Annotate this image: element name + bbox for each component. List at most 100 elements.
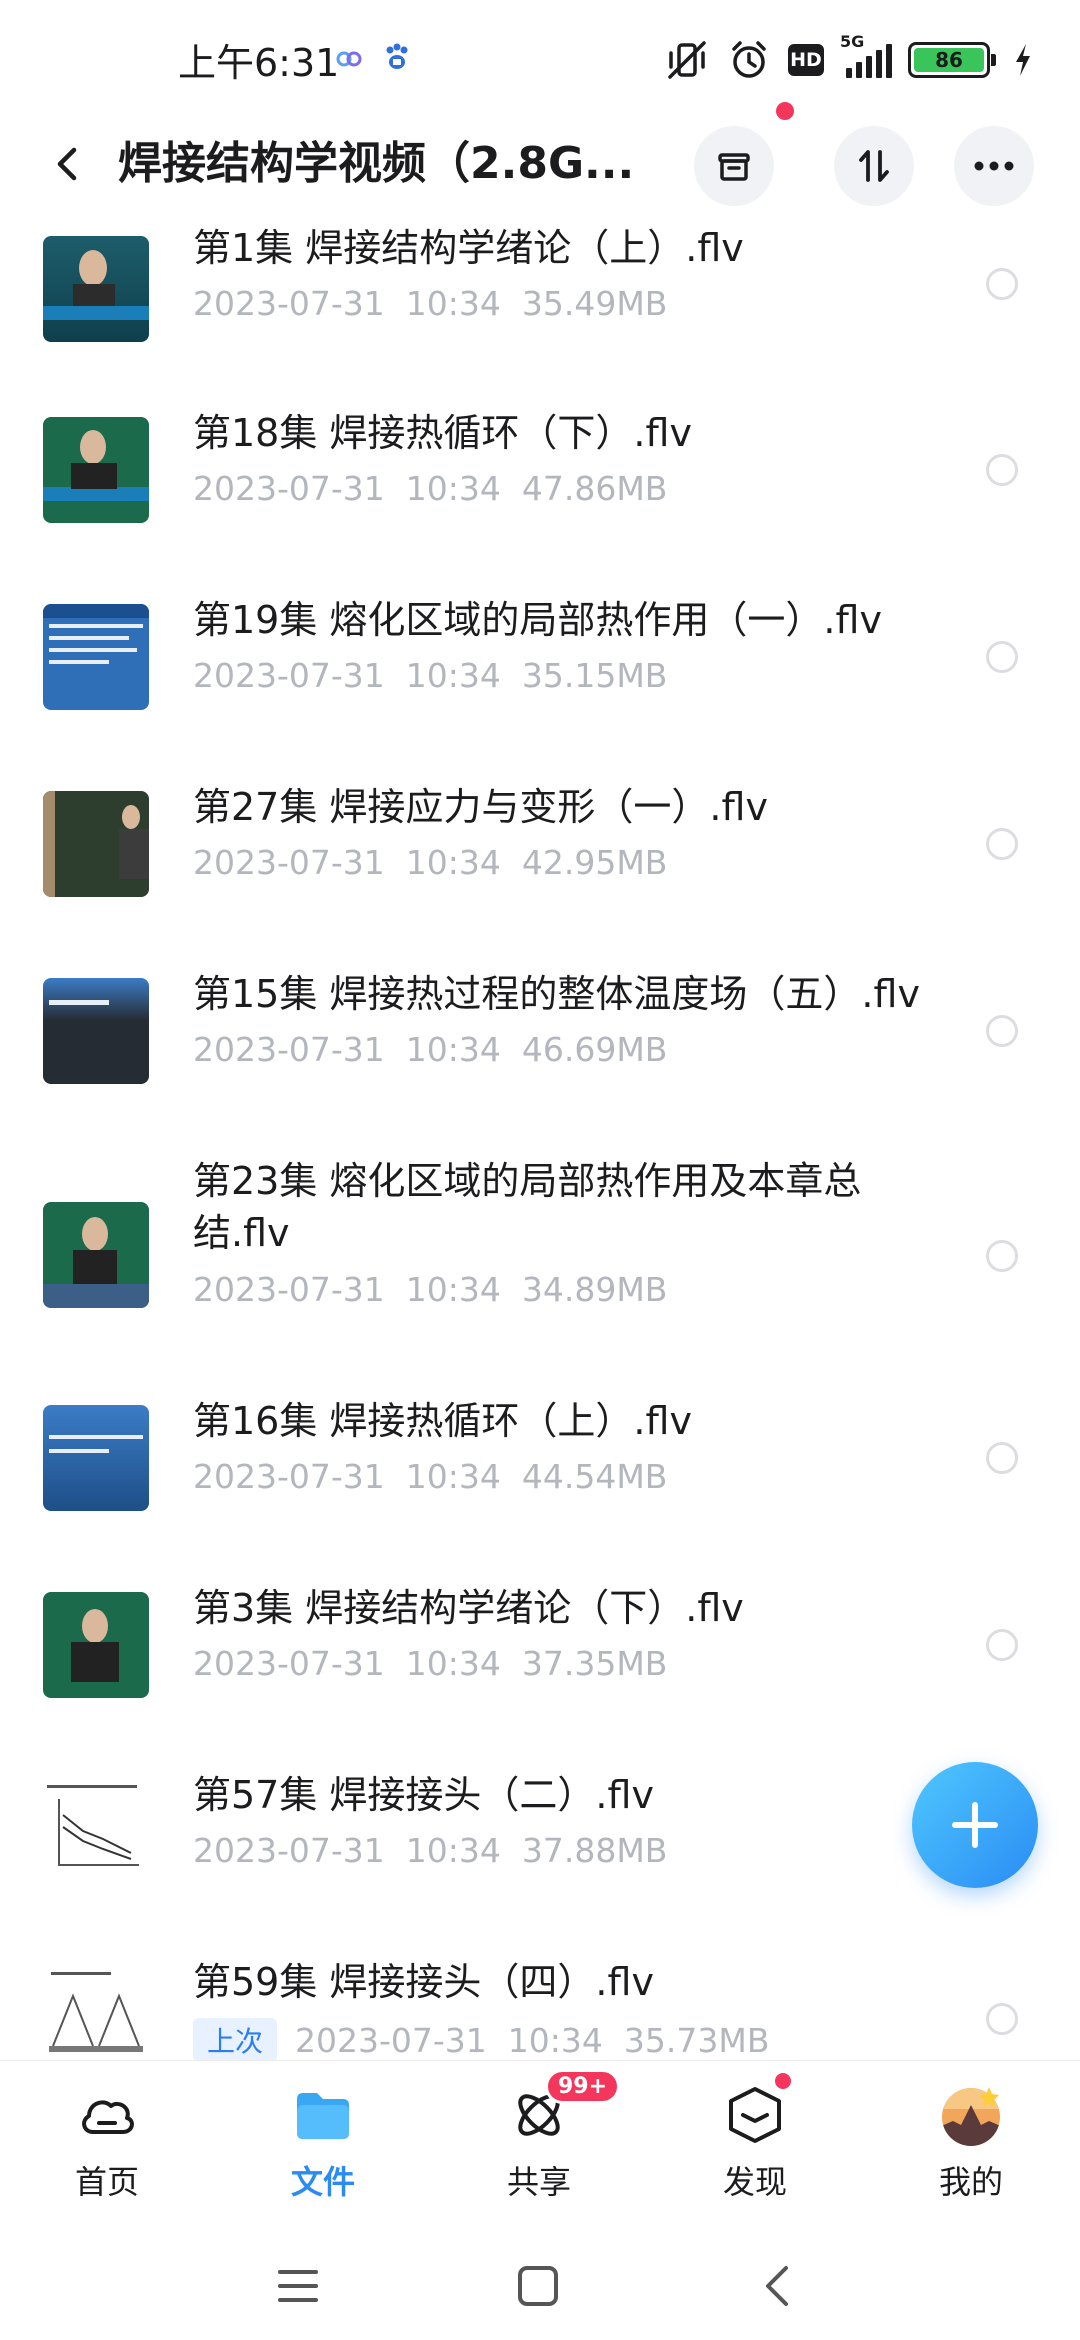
menu-lines-icon — [278, 2270, 318, 2302]
back-button[interactable] — [36, 132, 100, 196]
video-thumbnail — [43, 978, 149, 1084]
avatar — [939, 2083, 1003, 2147]
select-radio[interactable] — [986, 641, 1018, 673]
file-date: 2023-07-31 — [193, 1030, 385, 1069]
archive-button[interactable] — [694, 126, 774, 206]
top-app-bar: 焊接结构学视频（2.8G... — [0, 102, 1080, 222]
last-watched-tag: 上次 — [193, 2018, 278, 2062]
notification-dot — [776, 102, 794, 120]
file-name: 第59集 焊接接头（四）.flv — [193, 1960, 654, 2004]
file-time: 10:34 — [405, 1831, 501, 1870]
document-thumbnail — [43, 1966, 149, 2062]
select-radio[interactable] — [986, 828, 1018, 860]
file-time: 10:34 — [405, 843, 501, 882]
file-time: 10:34 — [507, 2020, 603, 2060]
file-time: 10:34 — [405, 284, 501, 323]
nav-files[interactable]: 文件 — [258, 2083, 388, 2213]
select-radio[interactable] — [986, 268, 1018, 300]
charging-bolt-icon — [1016, 44, 1030, 76]
more-dots-icon — [974, 161, 1014, 171]
nav-discover[interactable]: 发现 — [690, 2073, 820, 2213]
nav-mine-label: 我的 — [938, 2163, 1003, 2201]
file-list: 第1集 焊接结构学绪论（上）.flv 2023-07-31 10:34 35.4… — [0, 222, 1080, 2062]
file-meta: 2023-07-31 10:34 35.15MB — [193, 656, 667, 695]
file-date: 2023-07-31 — [193, 1831, 385, 1870]
file-row[interactable]: 第59集 焊接接头（四）.flv 上次 2023-07-31 10:34 35.… — [0, 1951, 1080, 2062]
video-thumbnail — [43, 236, 149, 342]
file-row[interactable]: 第18集 焊接热循环（下）.flv 2023-07-31 10:34 47.86… — [0, 402, 1080, 589]
select-radio[interactable] — [986, 2003, 1018, 2035]
file-time: 10:34 — [405, 656, 501, 695]
nav-mine[interactable]: 我的 — [906, 2083, 1036, 2213]
archive-box-icon — [718, 153, 750, 181]
alarm-clock-icon — [732, 41, 766, 78]
file-size: 44.54MB — [521, 1457, 668, 1496]
system-navigation-bar — [0, 2228, 1080, 2340]
nav-home[interactable]: 首页 — [42, 2083, 172, 2213]
file-date: 2023-07-31 — [193, 843, 385, 882]
file-meta: 2023-07-31 10:34 37.88MB — [193, 1831, 667, 1870]
discover-notification-dot — [775, 2073, 791, 2089]
recent-apps-button[interactable] — [268, 2256, 328, 2316]
file-name: 第3集 焊接结构学绪论（下）.flv — [193, 1586, 744, 1630]
file-date: 2023-07-31 — [193, 469, 385, 508]
file-date: 2023-07-31 — [193, 284, 385, 323]
video-thumbnail — [43, 1202, 149, 1308]
file-name: 第23集 熔化区域的局部热作用及本章总结.flv — [193, 1159, 862, 1255]
battery-icon: 86 — [908, 42, 996, 78]
video-thumbnail — [43, 604, 149, 710]
video-thumbnail — [43, 1405, 149, 1511]
file-name: 第27集 焊接应力与变形（一）.flv — [193, 785, 768, 829]
status-indicators: HD 5G 86 — [664, 32, 1034, 86]
more-options-button[interactable] — [954, 126, 1034, 206]
sort-button[interactable] — [834, 126, 914, 206]
file-name: 第18集 焊接热循环（下）.flv — [193, 411, 692, 455]
file-size: 42.95MB — [521, 843, 668, 882]
file-time: 10:34 — [405, 1644, 501, 1683]
file-row[interactable]: 第19集 熔化区域的局部热作用（一）.flv 2023-07-31 10:34 … — [0, 589, 1080, 776]
home-button[interactable] — [508, 2256, 568, 2316]
signal-strength-icon: 5G — [840, 32, 892, 78]
document-thumbnail — [43, 1779, 149, 1885]
hd-badge: HD — [788, 44, 824, 76]
file-row[interactable]: 第27集 焊接应力与变形（一）.flv 2023-07-31 10:34 42.… — [0, 776, 1080, 963]
video-thumbnail — [43, 791, 149, 897]
add-button[interactable] — [912, 1762, 1038, 1888]
square-icon — [518, 2266, 558, 2306]
file-row[interactable]: 第57集 焊接接头（二）.flv 2023-07-31 10:34 37.88M… — [0, 1764, 1080, 1951]
file-meta: 2023-07-31 10:34 44.54MB — [193, 1457, 667, 1496]
cloud-home-icon — [75, 2083, 139, 2147]
file-date: 2023-07-31 — [193, 1644, 385, 1683]
nav-share[interactable]: 99+ 共享 — [474, 2069, 621, 2213]
back-triangle-icon — [766, 2266, 788, 2306]
file-name: 第15集 焊接热过程的整体温度场（五）.flv — [193, 972, 920, 1016]
file-row[interactable]: 第16集 焊接热循环（上）.flv 2023-07-31 10:34 44.54… — [0, 1390, 1080, 1577]
select-radio[interactable] — [986, 1015, 1018, 1047]
select-radio[interactable] — [986, 454, 1018, 486]
network-label: 5G — [840, 32, 865, 51]
file-size: 46.69MB — [521, 1030, 668, 1069]
file-size: 47.86MB — [521, 469, 668, 508]
share-count-badge: 99+ — [545, 2069, 621, 2104]
file-row[interactable]: 第3集 焊接结构学绪论（下）.flv 2023-07-31 10:34 37.3… — [0, 1577, 1080, 1764]
file-size: 37.88MB — [521, 1831, 668, 1870]
cloud-app-icon — [336, 51, 362, 67]
select-radio[interactable] — [986, 1629, 1018, 1661]
file-row[interactable]: 第15集 焊接热过程的整体温度场（五）.flv 2023-07-31 10:34… — [0, 963, 1080, 1150]
file-meta: 2023-07-31 10:34 35.49MB — [193, 284, 667, 323]
nav-discover-label: 发现 — [722, 2163, 787, 2201]
file-row[interactable]: 第23集 熔化区域的局部热作用及本章总结.flv 2023-07-31 10:3… — [0, 1150, 1080, 1390]
select-radio[interactable] — [986, 1240, 1018, 1272]
battery-level: 86 — [914, 48, 984, 72]
system-back-button[interactable] — [748, 2256, 808, 2316]
file-time: 10:34 — [405, 1457, 501, 1496]
file-size: 34.89MB — [521, 1270, 668, 1309]
file-row[interactable]: 第1集 焊接结构学绪论（上）.flv 2023-07-31 10:34 35.4… — [0, 222, 1080, 402]
file-meta: 上次 2023-07-31 10:34 35.73MB — [193, 2018, 769, 2062]
select-radio[interactable] — [986, 1442, 1018, 1474]
sort-arrows-icon — [859, 150, 889, 182]
file-date: 2023-07-31 — [295, 2020, 487, 2060]
page-title: 焊接结构学视频（2.8G... — [118, 138, 635, 189]
file-name: 第57集 焊接接头（二）.flv — [193, 1773, 654, 1817]
file-meta: 2023-07-31 10:34 37.35MB — [193, 1644, 667, 1683]
